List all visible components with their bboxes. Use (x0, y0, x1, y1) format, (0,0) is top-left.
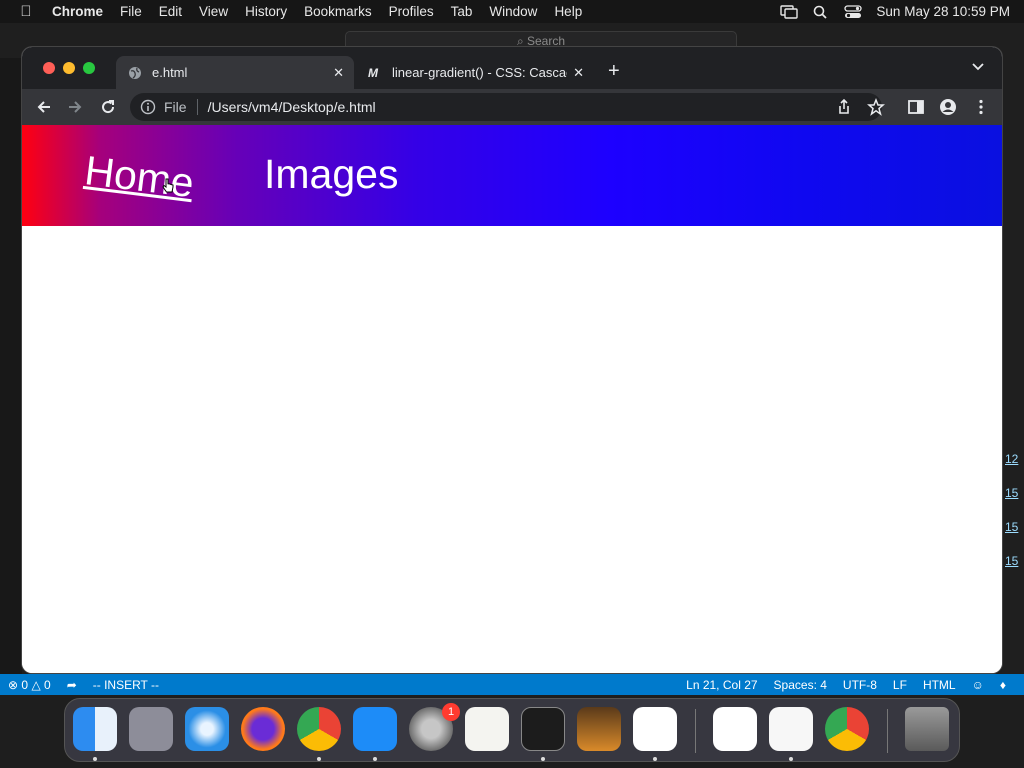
end-of-line[interactable]: LF (885, 678, 915, 692)
hand-pointer-cursor-icon (162, 178, 174, 193)
new-tab-button[interactable]: + (608, 61, 620, 81)
trash-icon[interactable] (905, 707, 949, 751)
menu-file[interactable]: File (112, 4, 151, 19)
address-divider (196, 99, 198, 115)
tab-search-chevron-icon[interactable] (972, 63, 984, 71)
minimize-window-button[interactable] (63, 62, 75, 74)
app-menu[interactable]: Chrome (52, 4, 112, 19)
running-indicator (373, 757, 377, 761)
terminal-icon[interactable] (521, 707, 565, 751)
menu-bookmarks[interactable]: Bookmarks (296, 4, 381, 19)
editor-status-bar: ⊗ 0 △ 0 ➦ -- INSERT -- Ln 21, Col 27 Spa… (0, 674, 1024, 695)
warning-count: 0 (44, 677, 51, 692)
warning-icon: △ (31, 677, 41, 692)
back-arrow-icon[interactable] (35, 98, 53, 116)
tab-linear-gradient[interactable]: M linear-gradient() - CSS: Cascading ✕ (356, 56, 594, 89)
vscode-icon[interactable] (633, 707, 677, 751)
more-menu-icon[interactable] (972, 98, 990, 116)
chrome-icon[interactable] (825, 707, 869, 751)
cursor-position[interactable]: Ln 21, Col 27 (678, 678, 765, 692)
live-share-icon[interactable]: ➦ (59, 678, 85, 692)
menu-tab[interactable]: Tab (442, 4, 481, 19)
garageband-icon[interactable] (577, 707, 621, 751)
menu-history[interactable]: History (237, 4, 296, 19)
screen-mirroring-icon[interactable] (780, 4, 799, 19)
dock-separator (695, 709, 696, 753)
dock: 1 (64, 698, 960, 762)
close-tab-icon[interactable]: ✕ (573, 65, 584, 81)
browser-window: e.html ✕ M linear-gradient() - CSS: Casc… (22, 47, 1002, 673)
problems-indicator[interactable]: ⊗ 0 △ 0 (0, 678, 59, 692)
freeform-icon[interactable] (769, 707, 813, 751)
browser-toolbar: File /Users/vm4/Desktop/e.html (22, 89, 1002, 125)
globe-icon (129, 66, 141, 79)
forward-arrow-icon[interactable] (66, 98, 84, 116)
tab-strip: e.html ✕ M linear-gradient() - CSS: Casc… (22, 47, 1002, 89)
finder-icon[interactable] (73, 707, 117, 751)
indentation[interactable]: Spaces: 4 (766, 678, 835, 692)
spotlight-search-icon[interactable] (812, 5, 830, 19)
running-indicator (541, 757, 545, 761)
encoding[interactable]: UTF-8 (835, 678, 885, 692)
zoom-window-button[interactable] (83, 62, 95, 74)
share-icon[interactable] (835, 98, 853, 116)
launchpad-icon[interactable] (129, 707, 173, 751)
menu-help[interactable]: Help (546, 4, 591, 19)
control-center-icon[interactable] (844, 4, 863, 19)
site-info-icon[interactable] (140, 99, 156, 115)
safari-icon[interactable] (185, 707, 229, 751)
mdn-icon: M (368, 65, 378, 80)
reload-icon[interactable] (99, 98, 117, 116)
visual-studio-icon[interactable] (713, 707, 757, 751)
side-panel-icon[interactable] (907, 98, 925, 116)
address-url[interactable]: /Users/vm4/Desktop/e.html (208, 99, 376, 115)
gradient-nav-banner: Home Images (22, 125, 1002, 226)
language-mode[interactable]: HTML (915, 678, 964, 692)
profile-avatar-icon[interactable] (939, 98, 957, 116)
line-ref[interactable]: 15 (1005, 554, 1018, 568)
tab-e-html[interactable]: e.html ✕ (116, 56, 354, 89)
menu-profiles[interactable]: Profiles (380, 4, 442, 19)
textedit-icon[interactable] (465, 707, 509, 751)
menu-window[interactable]: Window (481, 4, 546, 19)
menu-view[interactable]: View (191, 4, 237, 19)
close-window-button[interactable] (43, 62, 55, 74)
notification-badge: 1 (442, 703, 460, 721)
nav-link-home[interactable]: Home (82, 147, 196, 207)
apple-menu-icon[interactable]:  (0, 3, 52, 20)
notifications-bell-icon[interactable]: ♦ (992, 678, 1014, 692)
dock-separator (887, 709, 888, 753)
line-ref[interactable]: 15 (1005, 486, 1018, 500)
menubar-clock[interactable]: Sun May 28 10:59 PM (876, 4, 1010, 19)
vim-mode: -- INSERT -- (92, 677, 159, 692)
tab-title: e.html (152, 65, 188, 80)
menu-edit[interactable]: Edit (150, 4, 190, 19)
page-viewport: Home Images (22, 125, 1002, 673)
nav-link-images[interactable]: Images (264, 151, 398, 198)
app-store-icon[interactable] (353, 707, 397, 751)
running-indicator (93, 757, 97, 761)
running-indicator (653, 757, 657, 761)
menu-bar:  Chrome File Edit View History Bookmark… (0, 0, 1024, 23)
error-count: 0 (21, 677, 29, 692)
feedback-icon[interactable]: ☺ (964, 678, 992, 692)
error-icon: ⊗ (8, 677, 19, 692)
firefox-icon[interactable] (241, 707, 285, 751)
line-ref[interactable]: 15 (1005, 520, 1018, 534)
editor-activity-bar (0, 58, 22, 678)
close-tab-icon[interactable]: ✕ (333, 65, 344, 81)
bookmark-star-icon[interactable] (867, 98, 885, 116)
chrome-icon[interactable] (297, 707, 341, 751)
address-bar[interactable]: File /Users/vm4/Desktop/e.html (130, 93, 882, 121)
tab-title: linear-gradient() - CSS: Cascading (392, 65, 567, 80)
running-indicator (317, 757, 321, 761)
file-scheme-label: File (164, 99, 187, 115)
editor-right-gutter: 12 15 15 15 (1002, 58, 1024, 678)
running-indicator (789, 757, 793, 761)
line-ref[interactable]: 12 (1005, 452, 1018, 466)
